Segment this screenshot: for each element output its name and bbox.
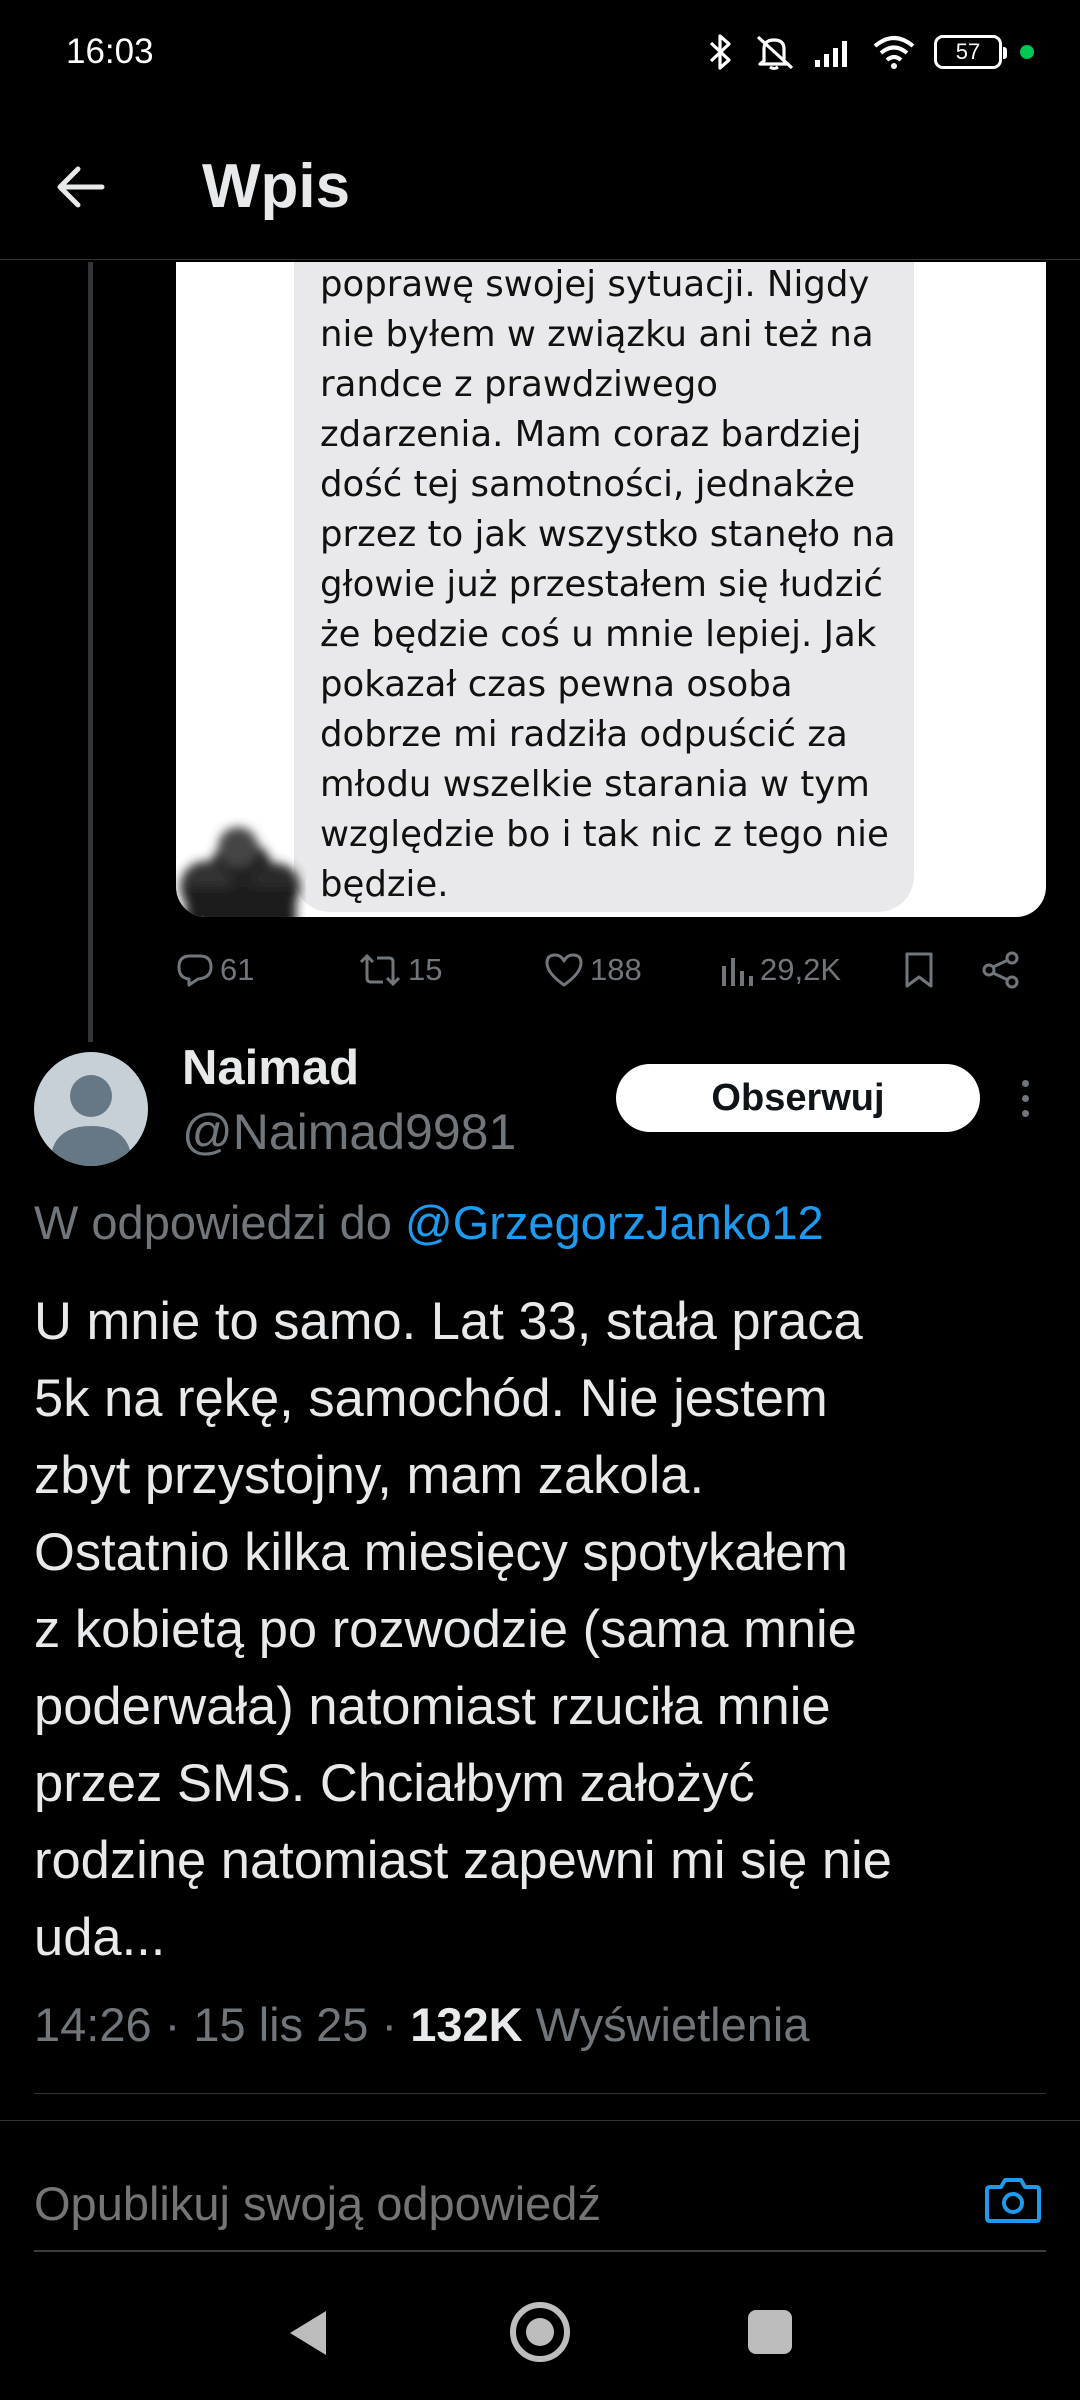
camera-icon bbox=[985, 2178, 1041, 2223]
message-text: poprawę swojej sytuacji. Nigdy nie byłem… bbox=[320, 262, 910, 910]
tweet-views-label: Wyświetlenia bbox=[522, 1998, 810, 2051]
repost-button[interactable]: 15 bbox=[358, 952, 442, 988]
bookmark-icon bbox=[905, 952, 933, 988]
message-line: randce z prawdziwego bbox=[320, 364, 719, 405]
message-line: dość tej samotności, jednakże bbox=[320, 464, 856, 505]
divider bbox=[34, 2093, 1046, 2094]
follow-button[interactable]: Obserwuj bbox=[616, 1064, 980, 1132]
message-bubble: poprawę swojej sytuacji. Nigdy nie byłem… bbox=[294, 262, 914, 912]
message-line: będzie. bbox=[320, 864, 449, 905]
message-line: dobrze mi radziła odpuścić za bbox=[320, 714, 848, 755]
back-button[interactable] bbox=[40, 147, 120, 227]
more-options-button[interactable] bbox=[1010, 1070, 1040, 1126]
status-icons: 57 bbox=[708, 30, 1034, 74]
like-button[interactable]: 188 bbox=[544, 952, 642, 988]
views-count: 29,2K bbox=[760, 952, 842, 987]
user-handle[interactable]: @Naimad9981 bbox=[182, 1103, 516, 1161]
tweet-text-line: poderwała) natomiast rzuciła mnie bbox=[34, 1677, 831, 1736]
camera-button[interactable] bbox=[982, 2168, 1044, 2230]
nav-recents-icon[interactable] bbox=[748, 2310, 792, 2354]
reply-icon bbox=[177, 954, 213, 987]
avatar[interactable] bbox=[34, 1052, 148, 1166]
message-line: przez to jak wszystko stanęło na bbox=[320, 514, 896, 555]
share-button[interactable] bbox=[982, 951, 1020, 989]
reply-context: W odpowiedzi do @GrzegorzJanko12 bbox=[34, 1195, 824, 1250]
tweet-text-line: rodzinę natomiast zapewni mi się nie bbox=[34, 1831, 892, 1890]
heart-icon bbox=[545, 953, 583, 987]
reply-button[interactable]: 61 bbox=[176, 952, 254, 988]
divider bbox=[0, 2120, 1080, 2121]
tweet-views-count[interactable]: 132K bbox=[410, 1998, 522, 2051]
tweet-image[interactable]: poprawę swojej sytuacji. Nigdy nie byłem… bbox=[176, 262, 1046, 917]
tweet-text-line: Ostatnio kilka miesięcy spotykałem bbox=[34, 1523, 849, 1582]
nav-home-icon[interactable] bbox=[508, 2300, 572, 2364]
repost-count: 15 bbox=[408, 952, 443, 987]
dot-icon bbox=[1020, 45, 1034, 59]
battery-icon: 57 bbox=[934, 35, 1007, 69]
dot bbox=[1021, 1109, 1029, 1117]
tweet-meta: 14:26 · 15 lis 25 · 132K Wyświetlenia bbox=[34, 1997, 809, 2052]
arrow-left-icon bbox=[57, 166, 105, 208]
dot bbox=[1021, 1079, 1029, 1087]
top-app-bar: Wpis bbox=[0, 105, 1080, 260]
reply-input[interactable] bbox=[34, 2168, 994, 2238]
status-time: 16:03 bbox=[66, 32, 154, 71]
tweet-timestamp: 14:26 · 15 lis 25 · bbox=[34, 1998, 411, 2051]
share-icon bbox=[982, 951, 1019, 989]
tweet-text-line: U mnie to samo. Lat 33, stała praca bbox=[34, 1292, 863, 1351]
thread-connector-line bbox=[88, 262, 93, 1042]
message-line: względzie bo i tak nic z tego nie bbox=[320, 814, 889, 855]
reply-mention-link[interactable]: @GrzegorzJanko12 bbox=[405, 1196, 824, 1249]
analytics-icon bbox=[722, 958, 753, 986]
page-title: Wpis bbox=[202, 152, 351, 221]
reply-prefix: W odpowiedzi do bbox=[34, 1196, 405, 1249]
display-name[interactable]: Naimad bbox=[182, 1040, 359, 1096]
battery-level: 57 bbox=[955, 39, 981, 64]
default-avatar-icon bbox=[50, 1075, 132, 1166]
parent-tweet-actions: 61 15 188 29,2K bbox=[176, 940, 1046, 1000]
bookmark-button[interactable] bbox=[904, 951, 934, 989]
tweet-text-line: 5k na rękę, samochód. Nie jestem bbox=[34, 1369, 828, 1428]
tweet-text-line: przez SMS. Chciałbym założyć bbox=[34, 1754, 755, 1813]
message-line: młodu wszelkie starania w tym bbox=[320, 764, 870, 805]
message-line: zdarzenia. Mam coraz bardziej bbox=[320, 414, 862, 455]
wifi-icon bbox=[872, 35, 916, 69]
tweet-text: U mnie to samo. Lat 33, stała praca 5k n… bbox=[34, 1283, 1054, 1976]
message-line: nie byłem w związku ani też na bbox=[320, 314, 874, 355]
tweet-text-line: zbyt przystojny, mam zakola. bbox=[34, 1446, 705, 1505]
signal-icon bbox=[814, 36, 854, 68]
tweet-text-line: z kobietą po rozwodzie (sama mnie bbox=[34, 1600, 857, 1659]
message-line: głowie już przestałem się łudzić bbox=[320, 564, 883, 605]
nav-back-icon[interactable] bbox=[282, 2305, 338, 2361]
blurred-avatar bbox=[180, 827, 300, 917]
mute-icon bbox=[752, 33, 796, 71]
message-line: poprawę swojej sytuacji. Nigdy bbox=[320, 264, 870, 305]
tweet-text-line: uda... bbox=[34, 1908, 166, 1967]
message-line: że będzie coś u mnie lepiej. Jak bbox=[320, 614, 877, 655]
status-bar: 16:03 57 bbox=[0, 0, 1080, 105]
bluetooth-icon bbox=[708, 33, 734, 71]
reply-count: 61 bbox=[220, 952, 255, 987]
like-count: 188 bbox=[590, 952, 642, 987]
views-button[interactable]: 29,2K bbox=[720, 952, 841, 988]
dot bbox=[1021, 1094, 1029, 1102]
message-line: pokazał czas pewna osoba bbox=[320, 664, 793, 705]
repost-icon bbox=[359, 953, 401, 987]
